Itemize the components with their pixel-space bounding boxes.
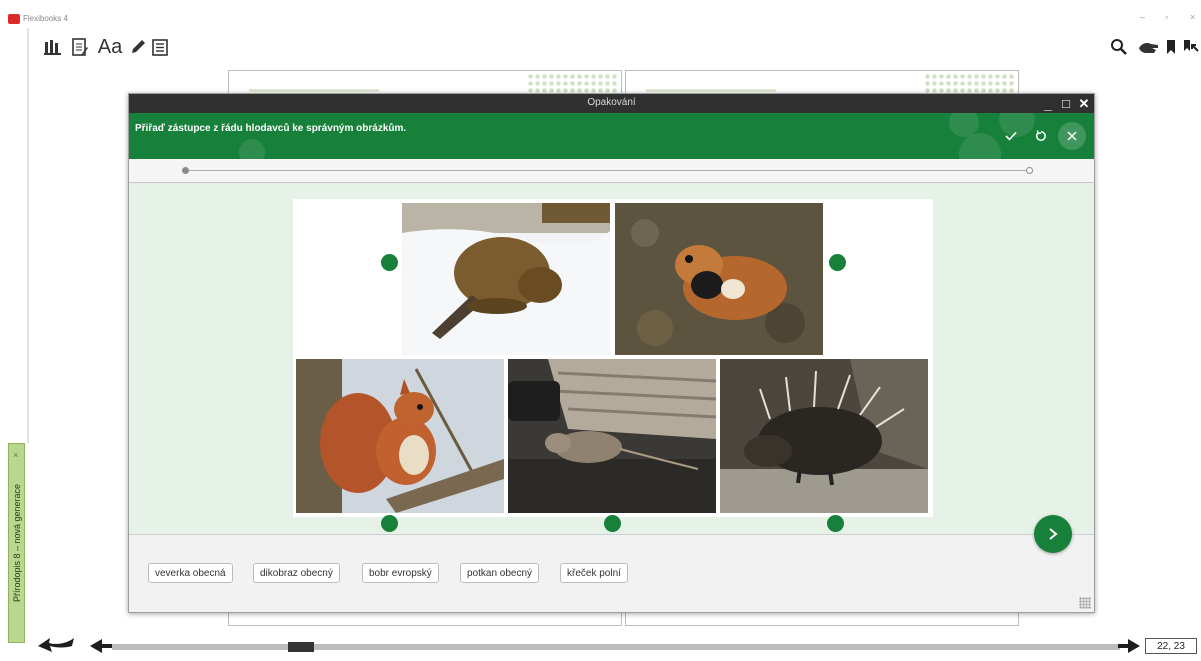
instruction-header: Přiřaď zástupce z řádu hlodavců ke správ… (129, 113, 1094, 159)
side-tab-label: Přírodopis 8 – nová generace (11, 483, 22, 603)
answer-chip[interactable]: potkan obecný (460, 563, 540, 583)
scroll-left-icon[interactable] (90, 639, 112, 653)
task-instruction: Přiřaď zástupce z řádu hlodavců ke správ… (135, 123, 407, 134)
side-tab-close-icon[interactable]: × (13, 450, 18, 460)
app-logo (8, 14, 20, 24)
book-side-tab[interactable]: × Přírodopis 8 – nová generace (8, 443, 25, 643)
answer-chip[interactable]: bobr evropský (362, 563, 439, 583)
scroll-right-icon[interactable] (1118, 639, 1140, 653)
rat-photo (508, 359, 716, 513)
search-icon[interactable] (1108, 36, 1130, 58)
page-scroll-track[interactable] (112, 644, 1120, 650)
answer-chip[interactable]: veverka obecná (148, 563, 233, 583)
drop-target-beaver[interactable] (381, 254, 398, 271)
beaver-photo (402, 203, 610, 355)
progress-bar[interactable] (129, 159, 1094, 183)
progress-step-last[interactable] (1026, 167, 1033, 174)
back-icon[interactable] (36, 636, 76, 656)
notes-icon[interactable] (69, 36, 91, 58)
window-minimize-button[interactable]: – (1140, 12, 1145, 22)
hamster-photo (615, 203, 823, 355)
window-maximize-button[interactable]: ▫ (1165, 12, 1168, 22)
next-button[interactable] (1034, 515, 1072, 553)
drop-target-porcupine[interactable] (827, 515, 844, 532)
pencil-icon[interactable] (128, 36, 148, 58)
answer-tray: veverka obecná dikobraz obecný bobr evro… (129, 534, 1094, 612)
page-number-field[interactable]: 22, 23 (1145, 638, 1197, 654)
answer-chip[interactable]: křeček polní (560, 563, 628, 583)
check-answers-icon[interactable] (997, 122, 1025, 150)
font-size-button[interactable]: Aa (94, 36, 126, 58)
image-panel (293, 199, 933, 532)
chevron-right-icon (1049, 528, 1058, 540)
porcupine-photo (720, 359, 928, 513)
drop-target-rat[interactable] (604, 515, 621, 532)
bookmark-icon[interactable] (1163, 36, 1179, 58)
app-title: Flexibooks 4 (23, 14, 68, 23)
left-rail (27, 28, 29, 443)
window-close-button[interactable]: × (1190, 12, 1195, 22)
page-scroll-thumb[interactable] (288, 642, 314, 652)
answer-chip[interactable]: dikobraz obecný (253, 563, 340, 583)
dialog-minimize-button[interactable]: _ (1040, 94, 1056, 113)
library-icon[interactable] (42, 36, 64, 58)
resize-grip[interactable] (1079, 597, 1091, 609)
squirrel-photo (296, 359, 504, 513)
dialog-maximize-button[interactable]: □ (1058, 94, 1074, 113)
close-exercise-icon[interactable] (1058, 122, 1086, 150)
drop-target-hamster[interactable] (829, 254, 846, 271)
dialog-close-button[interactable]: ✕ (1076, 94, 1092, 113)
review-dialog: Opakování _ □ ✕ Přiřaď zástupce z řádu h… (128, 93, 1095, 613)
progress-track (185, 170, 1031, 171)
dialog-title: Opakování (587, 97, 636, 108)
drop-target-squirrel[interactable] (381, 515, 398, 532)
dialog-titlebar[interactable]: Opakování _ □ ✕ (129, 94, 1094, 113)
bookmark-list-icon[interactable] (1181, 36, 1201, 58)
progress-step-current[interactable] (182, 167, 189, 174)
hand-icon[interactable] (1136, 36, 1162, 58)
reset-icon[interactable] (1027, 122, 1055, 150)
page-view-icon[interactable] (150, 36, 170, 58)
